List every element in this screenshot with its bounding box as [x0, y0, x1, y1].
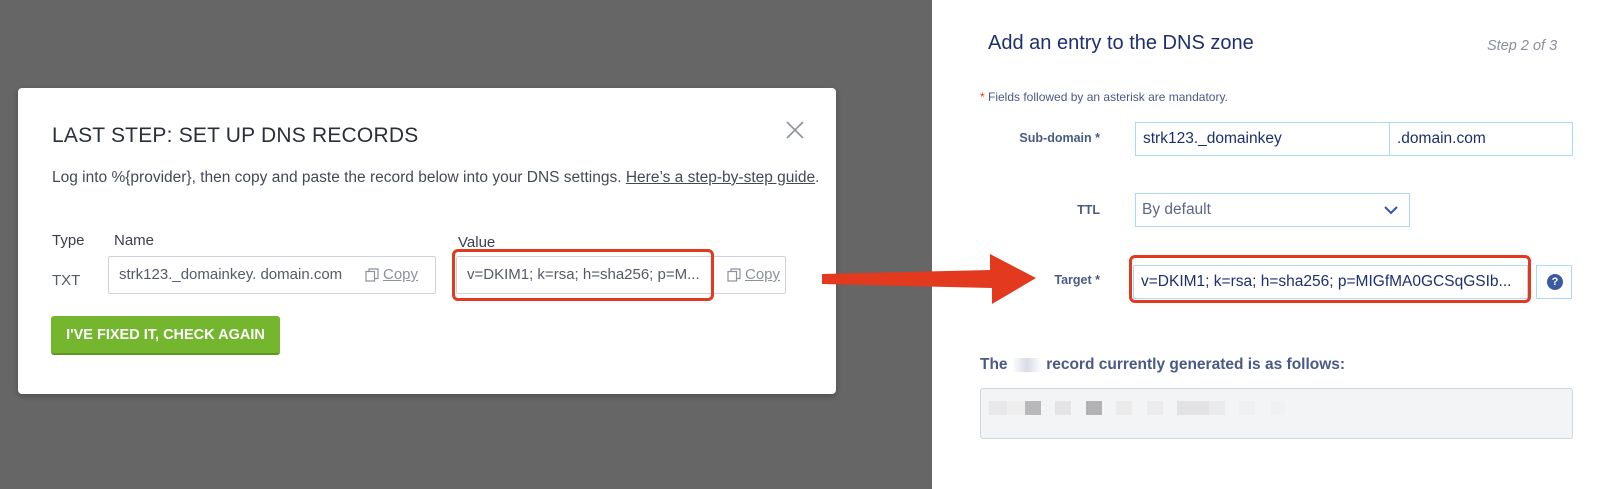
- chevron-down-icon: [1384, 206, 1398, 215]
- subdomain-input[interactable]: strk123._domainkey: [1135, 122, 1390, 156]
- mandatory-note: * Fields followed by an asterisk are man…: [980, 90, 1228, 104]
- generated-record-box: [980, 388, 1573, 439]
- record-type: TXT: [52, 272, 81, 289]
- redacted-pixel: [1239, 401, 1255, 415]
- redacted-pixel: [989, 401, 1007, 415]
- redacted-pixel: [1086, 401, 1102, 415]
- record-name-field[interactable]: strk123._domainkey. domain.com Copy: [108, 256, 436, 294]
- value-highlight-box: [452, 249, 714, 301]
- help-button[interactable]: ?: [1536, 265, 1572, 299]
- redacted-pixel: [1147, 401, 1163, 415]
- copy-name-label: Copy: [383, 266, 419, 283]
- step-indicator: Step 2 of 3: [1487, 38, 1558, 54]
- copy-value-button[interactable]: Copy: [723, 257, 781, 293]
- copy-icon: [727, 268, 741, 282]
- redacted-pixel: [1177, 401, 1209, 415]
- copy-value-label: Copy: [745, 266, 781, 283]
- type-column-header: Type: [52, 232, 85, 249]
- target-label-text: Target: [1054, 273, 1092, 287]
- copy-name-button[interactable]: Copy: [365, 257, 418, 293]
- description-text: Log into %{provider}, then copy and past…: [52, 169, 626, 186]
- redacted-pixel: [1209, 401, 1225, 415]
- close-icon[interactable]: [781, 116, 809, 144]
- redacted-pixel: [1007, 401, 1025, 415]
- step-by-step-guide-link[interactable]: Here’s a step-by-step guide: [626, 169, 815, 186]
- ttl-label: TTL: [1077, 203, 1100, 217]
- ttl-selected-value: By default: [1142, 201, 1211, 218]
- record-name-value: strk123._domainkey. domain.com: [119, 266, 343, 283]
- subdomain-asterisk: *: [1095, 131, 1100, 145]
- redacted-pixel: [1271, 401, 1285, 415]
- dns-setup-modal: LAST STEP: SET UP DNS RECORDS Log into %…: [18, 88, 836, 394]
- generated-suffix: record currently generated is as follows…: [1046, 356, 1346, 373]
- modal-description: Log into %{provider}, then copy and past…: [52, 166, 822, 189]
- generated-record-label: The record currently generated is as fol…: [980, 356, 1345, 374]
- subdomain-label: Sub-domain *: [980, 131, 1100, 145]
- domain-suffix: .domain.com: [1389, 122, 1573, 156]
- target-asterisk: *: [1095, 273, 1100, 287]
- check-again-button[interactable]: I'VE FIXED IT, CHECK AGAIN: [51, 316, 280, 355]
- target-highlight-box: [1129, 255, 1531, 303]
- redacted-pixel: [1025, 401, 1041, 415]
- description-end: .: [815, 169, 820, 186]
- mandatory-note-text: Fields followed by an asterisk are manda…: [984, 90, 1228, 104]
- ttl-select[interactable]: By default: [1135, 193, 1410, 227]
- redacted-pixel: [1055, 401, 1071, 415]
- subdomain-label-text: Sub-domain: [1019, 131, 1092, 145]
- target-label: Target *: [980, 273, 1100, 287]
- copy-icon: [365, 268, 379, 282]
- modal-title: LAST STEP: SET UP DNS RECORDS: [52, 124, 419, 147]
- help-icon: ?: [1547, 274, 1563, 290]
- name-column-header: Name: [114, 232, 155, 249]
- redacted-record-type: [1011, 357, 1042, 372]
- dns-form-title: Add an entry to the DNS zone: [988, 32, 1254, 54]
- redacted-pixel: [1116, 401, 1132, 415]
- generated-prefix: The: [980, 356, 1012, 373]
